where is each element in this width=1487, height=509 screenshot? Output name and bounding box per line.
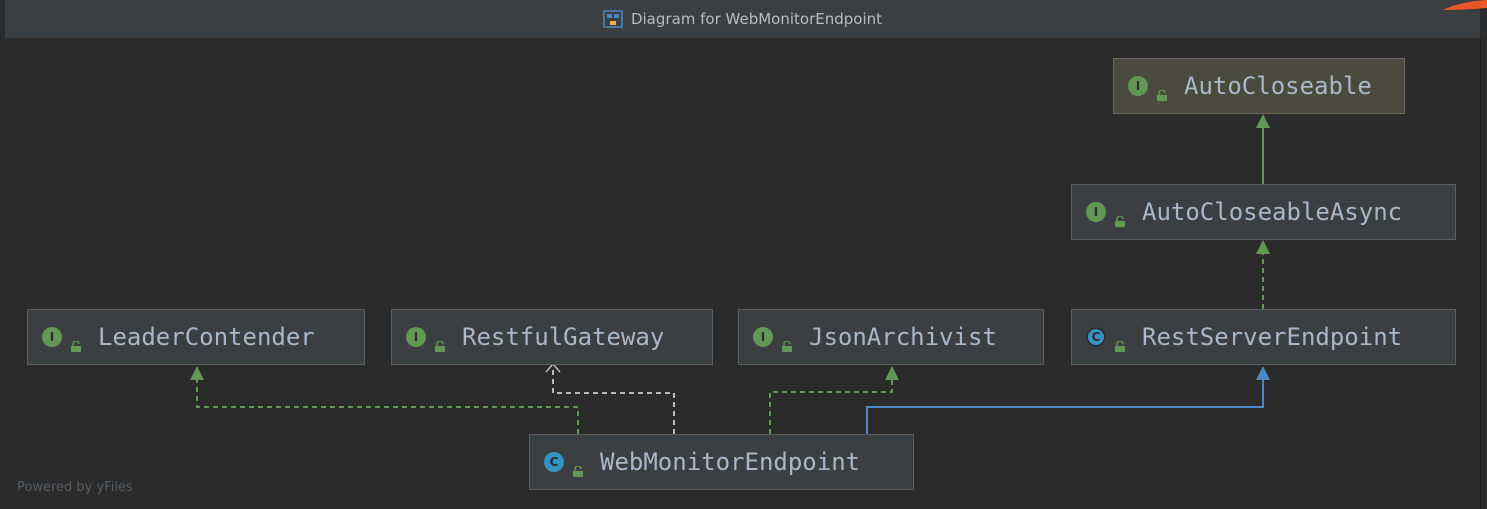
edge-webmonitor-to-leadercontender — [190, 366, 579, 434]
interface-icon: I — [1086, 202, 1106, 222]
edge-restserverendpoint-to-autocloseableasync — [1256, 240, 1270, 309]
node-jsonarchivist[interactable]: I JsonArchivist — [738, 309, 1044, 365]
node-restfulgateway[interactable]: I RestfulGateway — [391, 309, 713, 365]
diagram-icon — [603, 9, 623, 29]
node-label: AutoCloseable — [1184, 72, 1372, 100]
node-label: RestServerEndpoint — [1142, 323, 1403, 351]
node-label: AutoCloseableAsync — [1142, 198, 1403, 226]
edge-autocloseableasync-to-autocloseable — [1256, 114, 1270, 184]
public-lock-icon — [781, 331, 793, 352]
node-webmonitorendpoint[interactable]: C WebMonitorEndpoint — [529, 434, 914, 490]
node-leadercontender[interactable]: I LeaderContender — [27, 309, 365, 365]
public-lock-icon — [1114, 331, 1126, 352]
public-lock-icon — [434, 331, 446, 352]
powered-by-label: Powered by yFiles — [17, 480, 133, 495]
public-lock-icon — [1156, 80, 1168, 101]
public-lock-icon — [70, 331, 82, 352]
node-label: RestfulGateway — [462, 323, 665, 351]
edge-webmonitor-to-jsonarchivist — [769, 366, 899, 434]
interface-icon: I — [1128, 76, 1148, 96]
node-autocloseable[interactable]: I AutoCloseable — [1113, 58, 1405, 114]
node-label: WebMonitorEndpoint — [600, 448, 861, 476]
corner-accent-icon — [1443, 0, 1487, 10]
interface-icon: I — [406, 327, 426, 347]
public-lock-icon — [1114, 206, 1126, 227]
interface-icon: I — [42, 327, 62, 347]
public-lock-icon — [572, 456, 584, 477]
edge-webmonitor-to-restfulgateway — [545, 362, 675, 434]
node-label: JsonArchivist — [809, 323, 997, 351]
node-restserverendpoint[interactable]: C RestServerEndpoint — [1071, 309, 1456, 365]
window-title: Diagram for WebMonitorEndpoint — [630, 10, 883, 28]
class-icon: C — [544, 452, 564, 472]
title-bar: Diagram for WebMonitorEndpoint — [5, 0, 1480, 38]
interface-icon: I — [753, 327, 773, 347]
node-label: LeaderContender — [98, 323, 315, 351]
edge-webmonitor-to-restserverendpoint — [866, 366, 1270, 434]
abstract-class-icon: C — [1086, 327, 1106, 347]
node-autocloseableasync[interactable]: I AutoCloseableAsync — [1071, 184, 1456, 240]
diagram-canvas[interactable]: I AutoCloseable I AutoCloseableAsync I L… — [5, 38, 1481, 509]
diagram-window: Diagram for WebMonitorEndpoint I AutoClo… — [0, 0, 1487, 509]
